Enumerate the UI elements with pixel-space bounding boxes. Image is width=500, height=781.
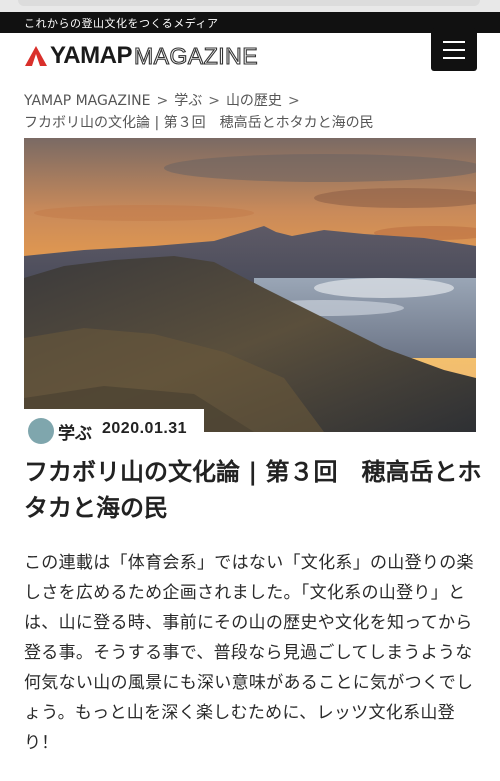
breadcrumb: YAMAP MAGAZINE > 学ぶ > 山の歴史 > フカボリ山の文化論 | 第３回 … — [24, 90, 484, 134]
mountain-sunset-photo — [24, 138, 476, 432]
hamburger-icon-line — [443, 48, 465, 51]
breadcrumb-link-category[interactable]: 学ぶ — [174, 93, 202, 109]
hamburger-icon-line — [443, 56, 465, 59]
breadcrumb-link-subcategory[interactable]: 山の歴史 — [226, 93, 282, 109]
hamburger-menu-button[interactable] — [431, 28, 477, 71]
article-title: フカボリ山の文化論 | 第３回 穂高岳とホタカと海の民 — [24, 458, 482, 522]
breadcrumb-separator: > — [287, 93, 300, 109]
site-tagline: これからの登山文化をつくるメディア — [24, 17, 219, 30]
browser-pill — [18, 0, 480, 6]
breadcrumb-separator: > — [156, 93, 169, 109]
browser-top-strip — [0, 0, 500, 12]
logo-yamap-text: YAMAP — [50, 42, 132, 69]
site-header: YAMAP MAGAZINE — [0, 33, 500, 78]
hero-image — [24, 138, 476, 432]
article-lead: この連載は「体育会系」ではない「文化系」の山登りの楽しさを広めるため企画されまし… — [24, 553, 474, 753]
site-logo[interactable]: YAMAP MAGAZINE — [24, 41, 258, 71]
breadcrumb-current: フカボリ山の文化論 | 第３回 穂高岳とホタカと海の民 — [24, 115, 374, 131]
article-meta: 学ぶ 2020.01.31 — [24, 409, 204, 452]
category-label[interactable]: 学ぶ — [58, 419, 92, 444]
tagline-bar: これからの登山文化をつくるメディア — [0, 12, 500, 33]
logo-magazine-text: MAGAZINE — [133, 42, 259, 69]
publish-date: 2020.01.31 — [102, 420, 188, 437]
hamburger-icon-line — [443, 40, 465, 43]
breadcrumb-link-home[interactable]: YAMAP MAGAZINE — [24, 93, 150, 109]
category-leaf-icon — [28, 418, 54, 444]
breadcrumb-separator: > — [208, 93, 220, 109]
mountain-logo-icon — [25, 46, 47, 66]
